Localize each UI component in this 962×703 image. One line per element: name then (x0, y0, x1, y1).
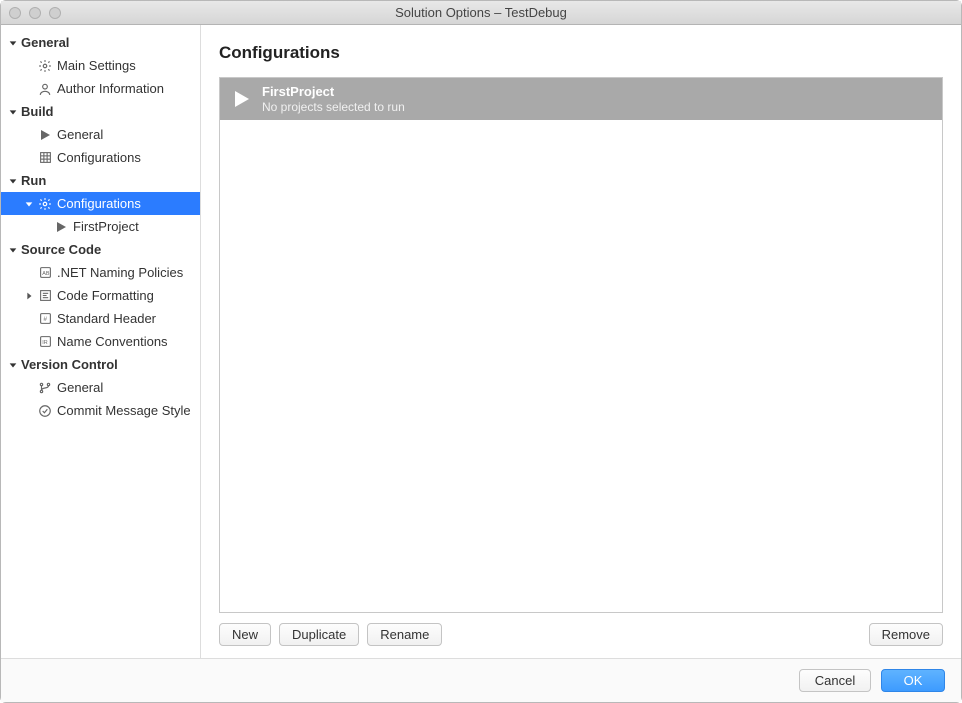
svg-text:#: # (43, 316, 47, 323)
configuration-title: FirstProject (262, 84, 405, 100)
configurations-list[interactable]: FirstProject No projects selected to run (219, 77, 943, 613)
sidebar-section-header[interactable]: Version Control (1, 353, 200, 376)
traffic-lights (9, 7, 61, 19)
rename-button[interactable]: Rename (367, 623, 442, 646)
sidebar-section-header[interactable]: Build (1, 100, 200, 123)
sidebar-item-label: General (57, 127, 103, 142)
sidebar-section-label: General (21, 35, 69, 50)
sidebar-item[interactable]: Configurations (1, 192, 200, 215)
disclosure-triangle-icon[interactable] (7, 359, 19, 371)
content-title: Configurations (219, 43, 943, 63)
play-small-icon (37, 127, 53, 143)
sidebar[interactable]: General Main Settings Author InformationBu… (1, 25, 201, 658)
disclosure-triangle-icon[interactable] (7, 106, 19, 118)
sidebar-item[interactable]: AB .NET Naming Policies (1, 261, 200, 284)
sidebar-item[interactable]: General (1, 376, 200, 399)
check-circle-icon (37, 403, 53, 419)
content-pane: Configurations FirstProject No projects … (201, 25, 961, 658)
sidebar-item-label: Code Formatting (57, 288, 154, 303)
sidebar-item-label: Commit Message Style (57, 403, 191, 418)
disclosure-triangle-icon[interactable] (7, 175, 19, 187)
gear-icon (37, 196, 53, 212)
sidebar-section-header[interactable]: Run (1, 169, 200, 192)
dialog-footer: Cancel OK (1, 658, 961, 702)
disclosure-triangle-icon[interactable] (7, 37, 19, 49)
list-buttons: New Duplicate Rename Remove (219, 623, 943, 646)
doc-ir-icon: IR (37, 334, 53, 350)
titlebar: Solution Options – TestDebug (1, 1, 961, 25)
new-button[interactable]: New (219, 623, 271, 646)
ok-button[interactable]: OK (881, 669, 945, 692)
window-title: Solution Options – TestDebug (1, 5, 961, 20)
sidebar-item-label: General (57, 380, 103, 395)
configuration-item[interactable]: FirstProject No projects selected to run (220, 78, 942, 120)
svg-text:IR: IR (42, 340, 48, 346)
sidebar-section-label: Source Code (21, 242, 101, 257)
sidebar-item-label: Standard Header (57, 311, 156, 326)
sidebar-item[interactable]: IR Name Conventions (1, 330, 200, 353)
main-area: General Main Settings Author InformationBu… (1, 25, 961, 658)
sidebar-item[interactable]: Commit Message Style (1, 399, 200, 422)
format-icon (37, 288, 53, 304)
configuration-subtitle: No projects selected to run (262, 100, 405, 114)
sidebar-subitem[interactable]: FirstProject (1, 215, 200, 238)
sidebar-item-label: Main Settings (57, 58, 136, 73)
doc-hash-icon: # (37, 311, 53, 327)
sidebar-item-label: FirstProject (73, 219, 139, 234)
sidebar-item[interactable]: Author Information (1, 77, 200, 100)
branch-icon (37, 380, 53, 396)
duplicate-button[interactable]: Duplicate (279, 623, 359, 646)
grid-icon (37, 150, 53, 166)
play-icon (230, 88, 252, 110)
sidebar-section-label: Run (21, 173, 46, 188)
sidebar-section-header[interactable]: Source Code (1, 238, 200, 261)
sidebar-item-label: .NET Naming Policies (57, 265, 183, 280)
author-icon (37, 81, 53, 97)
sidebar-section-header[interactable]: General (1, 31, 200, 54)
sidebar-item-label: Configurations (57, 150, 141, 165)
disclosure-triangle-icon[interactable] (23, 198, 35, 210)
sidebar-item-label: Configurations (57, 196, 141, 211)
sidebar-item[interactable]: Code Formatting (1, 284, 200, 307)
sidebar-section-label: Version Control (21, 357, 118, 372)
remove-button[interactable]: Remove (869, 623, 943, 646)
svg-text:AB: AB (42, 271, 50, 277)
minimize-window-button[interactable] (29, 7, 41, 19)
play-small-icon (53, 219, 69, 235)
disclosure-triangle-icon[interactable] (7, 244, 19, 256)
zoom-window-button[interactable] (49, 7, 61, 19)
sidebar-item[interactable]: Configurations (1, 146, 200, 169)
gear-icon (37, 58, 53, 74)
configuration-text: FirstProject No projects selected to run (262, 84, 405, 114)
sidebar-item[interactable]: Main Settings (1, 54, 200, 77)
close-window-button[interactable] (9, 7, 21, 19)
cancel-button[interactable]: Cancel (799, 669, 871, 692)
sidebar-item-label: Author Information (57, 81, 164, 96)
doc-ab-icon: AB (37, 265, 53, 281)
disclosure-triangle-icon[interactable] (23, 290, 35, 302)
sidebar-item[interactable]: # Standard Header (1, 307, 200, 330)
sidebar-item-label: Name Conventions (57, 334, 168, 349)
sidebar-item[interactable]: General (1, 123, 200, 146)
sidebar-section-label: Build (21, 104, 54, 119)
